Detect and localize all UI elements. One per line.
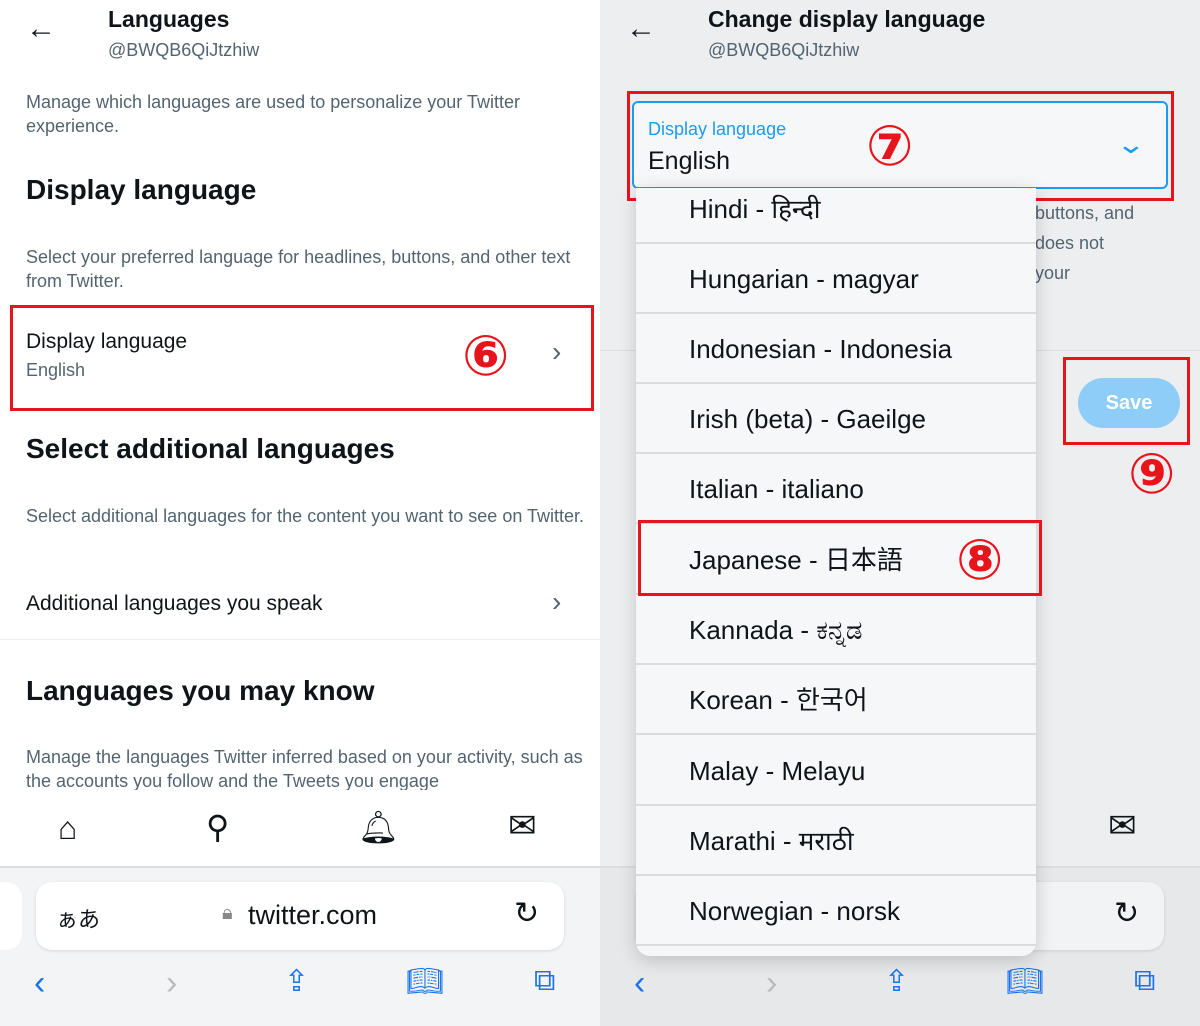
- browser-forward-icon[interactable]: ›: [766, 964, 777, 1003]
- browser-back-icon[interactable]: ‹: [34, 964, 45, 1003]
- twitter-tab-bar: ⌂ ⚲ 🔔︎ ✉︎: [0, 790, 600, 868]
- bookmarks-icon[interactable]: 📖︎: [1006, 964, 1044, 999]
- messages-mail-icon[interactable]: ✉︎: [1108, 806, 1137, 846]
- browser-forward-icon[interactable]: ›: [166, 964, 177, 1003]
- chevron-right-icon: ›: [552, 586, 562, 617]
- language-option[interactable]: Malay - Melayu: [636, 736, 1036, 806]
- annotation-number-6: ⑥: [462, 324, 510, 387]
- user-handle: @BWQB6QiJtzhiw: [108, 40, 260, 60]
- tabs-icon[interactable]: ⧉: [534, 964, 555, 998]
- reload-icon[interactable]: ↻: [514, 896, 539, 931]
- back-arrow-icon[interactable]: ←: [26, 12, 56, 46]
- language-option[interactable]: Korean - 한국어: [636, 665, 1036, 735]
- additional-languages-heading: Select additional languages: [26, 433, 395, 464]
- annotation-box-9: [1063, 357, 1190, 445]
- additional-languages-row[interactable]: Additional languages you speak ›: [0, 570, 600, 640]
- browser-back-icon[interactable]: ‹: [634, 964, 645, 1003]
- notifications-bell-icon[interactable]: 🔔︎: [358, 808, 399, 846]
- language-option[interactable]: Norwegian - norsk: [636, 876, 1036, 946]
- language-option[interactable]: Marathi - मराठी: [636, 806, 1036, 876]
- search-icon[interactable]: ⚲: [206, 808, 229, 846]
- home-icon[interactable]: ⌂: [58, 810, 77, 847]
- change-display-language-screen: ← Change display language @BWQB6QiJtzhiw…: [600, 0, 1200, 1026]
- share-icon[interactable]: ⇪: [884, 964, 909, 999]
- additional-languages-row-label: Additional languages you speak: [26, 592, 323, 615]
- may-know-heading: Languages you may know: [26, 675, 375, 706]
- annotation-number-9: ⑨: [1128, 442, 1176, 505]
- page-settings-aa[interactable]: ぁあ: [56, 902, 100, 934]
- safari-toolbar: ぁあ 🔒︎ twitter.com ↻ ‹ › ⇪ 📖︎ ⧉: [0, 868, 600, 1026]
- bookmarks-icon[interactable]: 📖︎: [406, 964, 444, 999]
- address-bar[interactable]: ぁあ 🔒︎ twitter.com ↻: [36, 882, 564, 950]
- share-icon[interactable]: ⇪: [284, 964, 309, 999]
- annotation-number-8: ⑧: [956, 528, 1004, 591]
- language-option[interactable]: Indonesian - Indonesia: [636, 314, 1036, 384]
- annotation-number-7: ⑦: [866, 114, 914, 177]
- language-option[interactable]: Irish (beta) - Gaeilge: [636, 384, 1036, 454]
- display-language-description: Select your preferred language for headl…: [26, 247, 571, 291]
- additional-languages-description: Select additional languages for the cont…: [26, 506, 585, 526]
- lock-icon: 🔒︎: [222, 902, 233, 924]
- tabs-icon[interactable]: ⧉: [1134, 964, 1155, 998]
- reload-icon[interactable]: ↻: [1114, 896, 1139, 931]
- languages-screen: ← Languages @BWQB6QiJtzhiw Manage which …: [0, 0, 600, 1026]
- messages-mail-icon[interactable]: ✉︎: [508, 806, 537, 846]
- back-arrow-icon[interactable]: ←: [626, 12, 656, 46]
- intro-text: Manage which languages are used to perso…: [26, 92, 520, 136]
- page-title: Change display language: [708, 6, 986, 32]
- language-option[interactable]: Italian - italiano: [636, 454, 1036, 524]
- display-language-heading: Display language: [26, 174, 257, 205]
- language-option[interactable]: Kannada - ಕನ್ನಡ: [636, 595, 1036, 665]
- background-text: buttons, and does not your: [1035, 203, 1135, 283]
- language-option[interactable]: Hungarian - magyar: [636, 244, 1036, 314]
- page-title: Languages: [108, 6, 230, 32]
- language-option[interactable]: Hindi - हिन्दी: [636, 188, 1036, 244]
- may-know-description: Manage the languages Twitter inferred ba…: [26, 747, 583, 791]
- user-handle: @BWQB6QiJtzhiw: [708, 40, 860, 60]
- url-text: twitter.com: [248, 900, 378, 930]
